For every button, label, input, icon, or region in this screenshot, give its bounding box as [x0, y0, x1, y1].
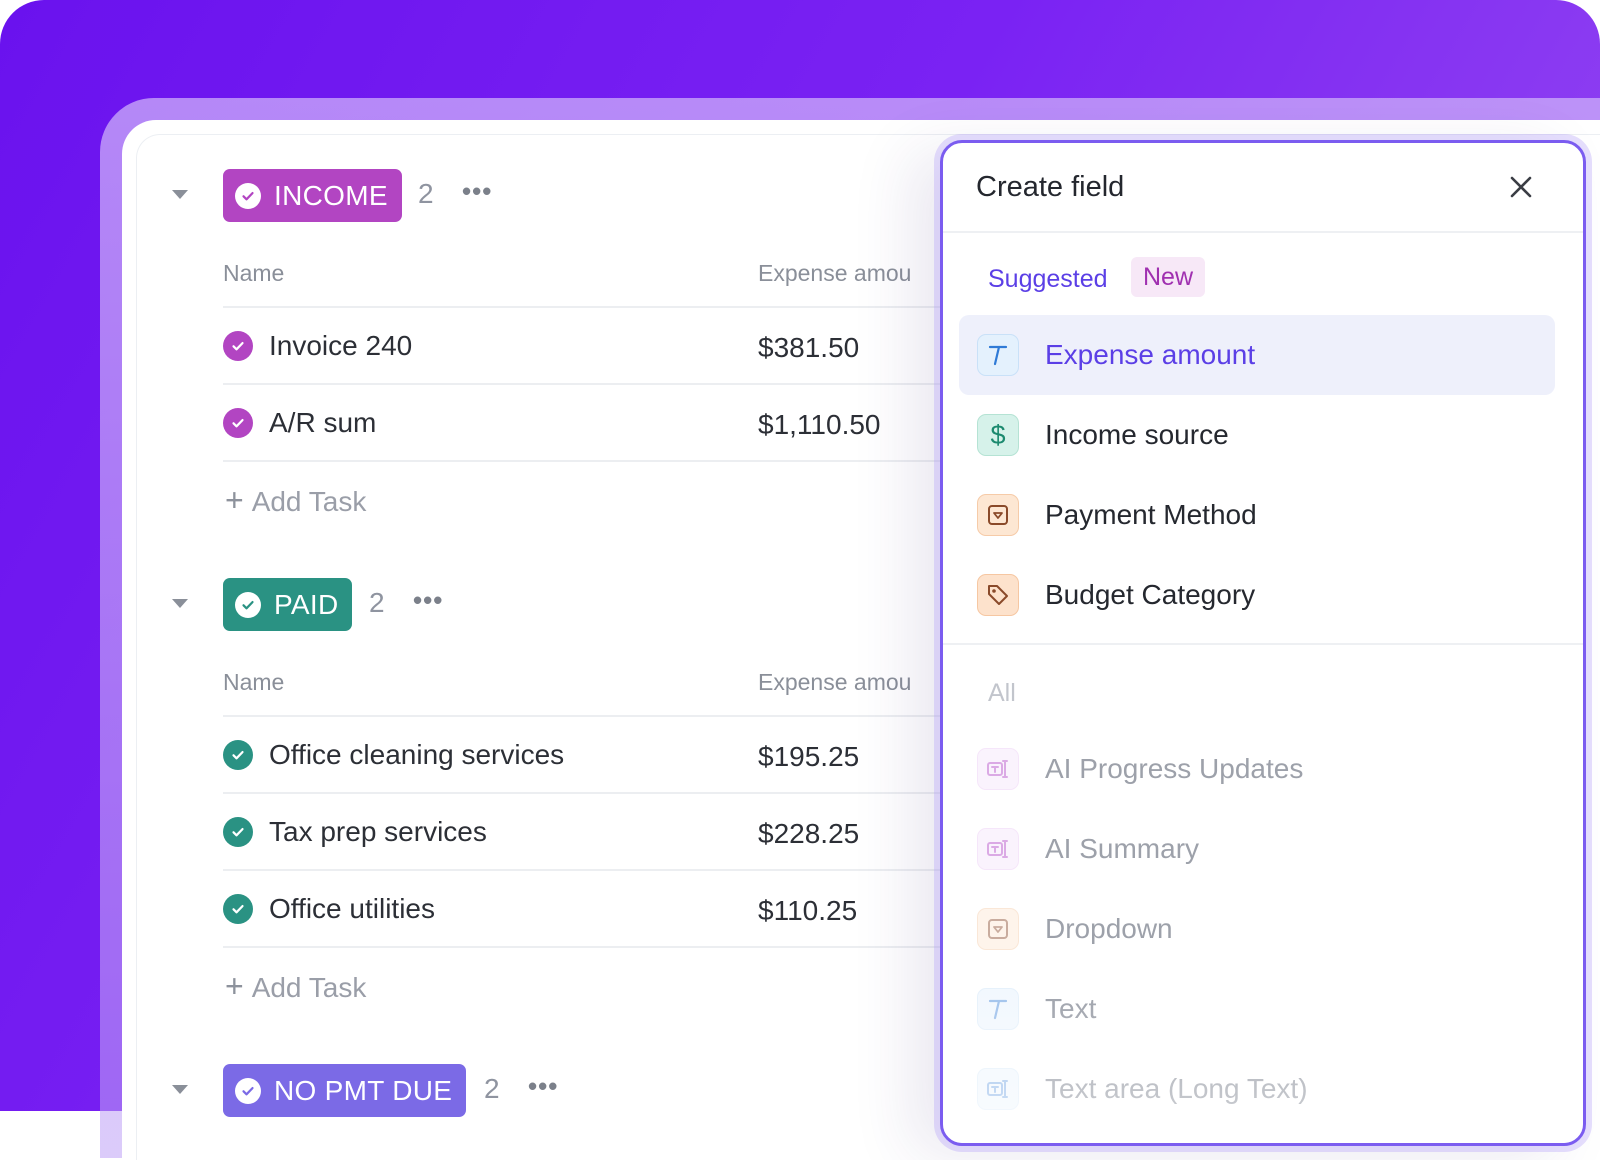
- collapse-paid-caret-icon[interactable]: [172, 599, 188, 608]
- field-option-label: Text: [1045, 993, 1097, 1024]
- badge-label: INCOME: [274, 179, 388, 211]
- field-option-label: Text area (Long Text): [1045, 1073, 1308, 1104]
- column-header-expense-amount[interactable]: Expense amou: [758, 669, 911, 696]
- status-badge-no-pmt-due[interactable]: NO PMT DUE: [223, 1064, 467, 1117]
- task-name[interactable]: Office utilities: [269, 893, 435, 925]
- field-option-label: Payment Method: [1045, 499, 1257, 530]
- expense-amount-cell[interactable]: $195.25: [758, 741, 859, 773]
- tag-icon: [977, 574, 1019, 616]
- field-option-income-source[interactable]: $ Income source: [959, 395, 1555, 475]
- table-row[interactable]: Tax prep services: [223, 816, 487, 848]
- all-section-label: All: [988, 679, 1016, 707]
- field-option-dropdown[interactable]: Dropdown: [959, 889, 1555, 969]
- status-check-icon[interactable]: [223, 331, 253, 361]
- popover-title: Create field: [976, 171, 1125, 203]
- table-row[interactable]: Office cleaning services: [223, 739, 564, 771]
- field-option-text-area[interactable]: Text area (Long Text): [959, 1049, 1555, 1129]
- dollar-icon: $: [977, 414, 1019, 456]
- status-badge-paid[interactable]: PAID: [223, 578, 353, 631]
- check-circle-icon: [235, 182, 261, 209]
- column-header-name[interactable]: Name: [223, 260, 284, 287]
- dropdown-icon: [977, 908, 1019, 950]
- table-row[interactable]: A/R sum: [223, 407, 376, 439]
- column-header-name[interactable]: Name: [223, 669, 284, 696]
- new-badge: New: [1131, 257, 1206, 297]
- field-option-label: Dropdown: [1045, 913, 1173, 944]
- badge-label: NO PMT DUE: [274, 1074, 453, 1106]
- table-row[interactable]: Invoice 240: [223, 330, 412, 362]
- task-name[interactable]: Office cleaning services: [269, 739, 564, 771]
- expense-amount-cell[interactable]: $1,110.50: [758, 409, 881, 441]
- add-task-button[interactable]: + Add Task: [225, 968, 366, 1005]
- field-option-budget-category[interactable]: Budget Category: [959, 555, 1555, 635]
- field-option-payment-method[interactable]: Payment Method: [959, 475, 1555, 555]
- field-option-label: Budget Category: [1045, 579, 1256, 610]
- ai-field-icon: [977, 828, 1019, 870]
- plus-icon: +: [225, 968, 244, 1004]
- group-count: 2: [418, 178, 434, 209]
- field-option-ai-progress-updates[interactable]: AI Progress Updates: [959, 729, 1555, 809]
- group-count: 2: [484, 1073, 500, 1104]
- text-type-icon: [977, 334, 1019, 376]
- task-name[interactable]: Tax prep services: [269, 816, 487, 848]
- collapse-income-caret-icon[interactable]: [172, 190, 188, 199]
- expense-amount-cell[interactable]: $228.25: [758, 818, 859, 850]
- group-count: 2: [369, 587, 385, 618]
- field-option-label: Expense amount: [1045, 339, 1256, 370]
- status-check-icon[interactable]: [223, 817, 253, 847]
- collapse-no-pmt-due-caret-icon[interactable]: [172, 1085, 188, 1094]
- suggested-section-label: Suggested: [988, 265, 1108, 293]
- task-name[interactable]: A/R sum: [269, 407, 376, 439]
- plus-icon: +: [225, 482, 244, 518]
- status-check-icon[interactable]: [223, 408, 253, 438]
- create-field-popover: Create field Suggested New Expense amoun…: [940, 140, 1586, 1146]
- field-option-ai-summary[interactable]: AI Summary: [959, 809, 1555, 889]
- column-header-expense-amount[interactable]: Expense amou: [758, 260, 911, 287]
- group-more-icon[interactable]: •••: [462, 176, 492, 207]
- status-badge-income[interactable]: INCOME: [223, 169, 402, 222]
- badge-label: PAID: [274, 588, 339, 620]
- field-option-text[interactable]: Text: [959, 969, 1555, 1049]
- check-circle-icon: [235, 591, 261, 618]
- status-check-icon[interactable]: [223, 894, 253, 924]
- dropdown-icon: [977, 494, 1019, 536]
- field-option-label: Income source: [1045, 419, 1229, 450]
- group-more-icon[interactable]: •••: [413, 585, 443, 616]
- status-check-icon[interactable]: [223, 740, 253, 770]
- field-option-label: AI Progress Updates: [1045, 753, 1304, 784]
- ai-field-icon: [977, 1068, 1019, 1110]
- ai-field-icon: [977, 748, 1019, 790]
- close-icon[interactable]: [1503, 169, 1539, 205]
- field-option-expense-amount[interactable]: Expense amount: [959, 315, 1555, 395]
- field-option-label: AI Summary: [1045, 833, 1200, 864]
- task-name[interactable]: Invoice 240: [269, 330, 412, 362]
- expense-amount-cell[interactable]: $110.25: [758, 895, 857, 927]
- group-more-icon[interactable]: •••: [528, 1071, 558, 1102]
- expense-amount-cell[interactable]: $381.50: [758, 332, 859, 364]
- add-task-button[interactable]: + Add Task: [225, 482, 366, 519]
- table-row[interactable]: Office utilities: [223, 893, 435, 925]
- text-type-icon: [977, 988, 1019, 1030]
- check-circle-icon: [235, 1077, 261, 1104]
